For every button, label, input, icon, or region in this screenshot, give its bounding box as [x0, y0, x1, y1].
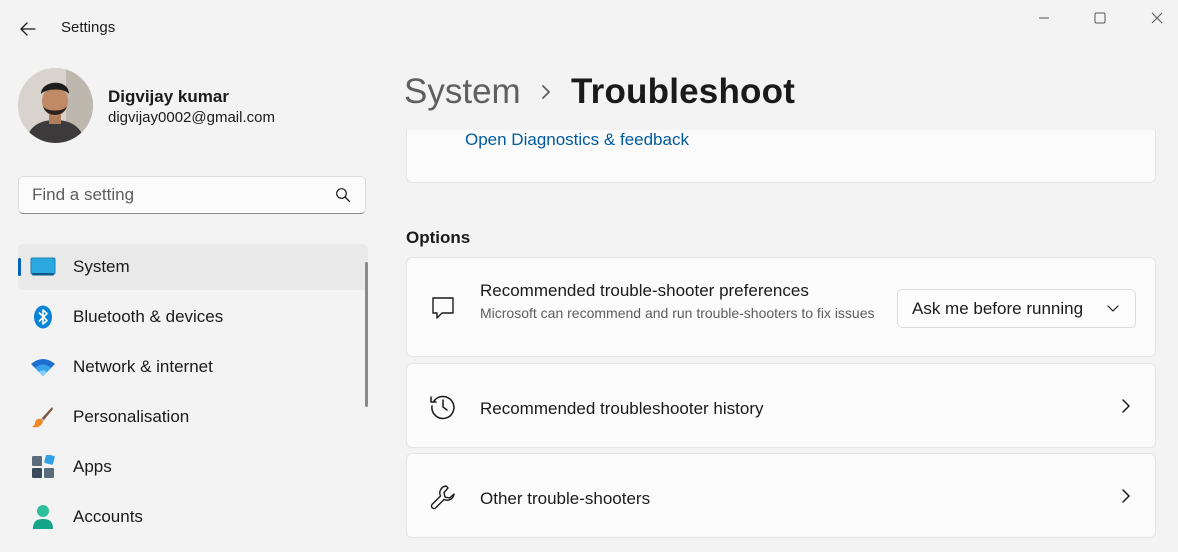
- sidebar-nav: System Bluetooth & devices Network & int…: [18, 244, 368, 544]
- minimize-button[interactable]: [1021, 6, 1067, 30]
- wifi-icon: [30, 355, 56, 379]
- back-arrow-icon: [20, 22, 36, 36]
- other-troubleshooters-card[interactable]: Other trouble-shooters: [406, 453, 1156, 538]
- sidebar-item-apps[interactable]: Apps: [18, 444, 368, 490]
- troubleshooter-preferences-card: Recommended trouble-shooter preferences …: [406, 257, 1156, 357]
- options-section-title: Options: [406, 228, 471, 247]
- preferences-dropdown[interactable]: Ask me before running: [897, 289, 1136, 328]
- sidebar-scrollbar[interactable]: [365, 262, 368, 407]
- maximize-icon: [1094, 12, 1106, 24]
- sidebar-item-system[interactable]: System: [18, 244, 368, 290]
- dropdown-selected-value: Ask me before running: [912, 299, 1084, 318]
- paintbrush-icon: [30, 405, 56, 429]
- troubleshooter-history-card[interactable]: Recommended troubleshooter history: [406, 363, 1156, 448]
- avatar[interactable]: [18, 68, 93, 143]
- history-icon: [429, 392, 457, 420]
- sidebar-item-label: Network & internet: [73, 357, 213, 376]
- sidebar-item-label: Bluetooth & devices: [73, 307, 224, 326]
- sidebar-item-accounts[interactable]: Accounts: [18, 494, 368, 540]
- profile-email: digvijay0002@gmail.com: [108, 109, 275, 126]
- apps-icon: [30, 455, 56, 479]
- breadcrumb-chevron-icon: [542, 85, 550, 99]
- minimize-icon: [1039, 17, 1049, 19]
- sidebar-item-network[interactable]: Network & internet: [18, 344, 368, 390]
- bluetooth-icon: [30, 305, 56, 329]
- back-button[interactable]: [14, 16, 42, 42]
- active-indicator: [18, 258, 21, 276]
- sidebar-item-label: Accounts: [73, 507, 143, 526]
- maximize-button[interactable]: [1077, 6, 1123, 30]
- close-icon: [1151, 12, 1163, 24]
- history-title: Recommended troubleshooter history: [480, 399, 764, 418]
- app-title: Settings: [61, 19, 116, 36]
- feedback-chat-icon: [429, 294, 457, 322]
- sidebar-item-label: System: [73, 257, 130, 276]
- system-icon: [30, 255, 56, 279]
- chevron-down-icon: [1107, 305, 1119, 312]
- profile-name: Digvijay kumar: [108, 87, 229, 106]
- search-icon[interactable]: [335, 187, 351, 203]
- close-button[interactable]: [1134, 6, 1178, 30]
- sidebar-item-bluetooth[interactable]: Bluetooth & devices: [18, 294, 368, 340]
- diagnostics-card: Open Diagnostics & feedback: [406, 130, 1156, 183]
- search-input[interactable]: [32, 184, 322, 206]
- sidebar-item-personalisation[interactable]: Personalisation: [18, 394, 368, 440]
- sidebar-item-label: Personalisation: [73, 407, 190, 426]
- search-box[interactable]: [18, 176, 366, 214]
- wrench-icon: [429, 483, 457, 511]
- open-diagnostics-link[interactable]: Open Diagnostics & feedback: [465, 130, 689, 150]
- chevron-right-icon: [1122, 489, 1130, 503]
- preferences-title: Recommended trouble-shooter preferences: [480, 281, 809, 300]
- avatar-photo-icon: [18, 68, 93, 143]
- other-troubleshooters-title: Other trouble-shooters: [480, 489, 651, 508]
- chevron-right-icon: [1122, 399, 1130, 413]
- preferences-description: Microsoft can recommend and run trouble-…: [480, 305, 875, 321]
- breadcrumb-parent[interactable]: System: [404, 72, 521, 112]
- accounts-icon: [30, 505, 56, 529]
- sidebar-item-label: Apps: [73, 457, 112, 476]
- page-title: Troubleshoot: [571, 72, 796, 111]
